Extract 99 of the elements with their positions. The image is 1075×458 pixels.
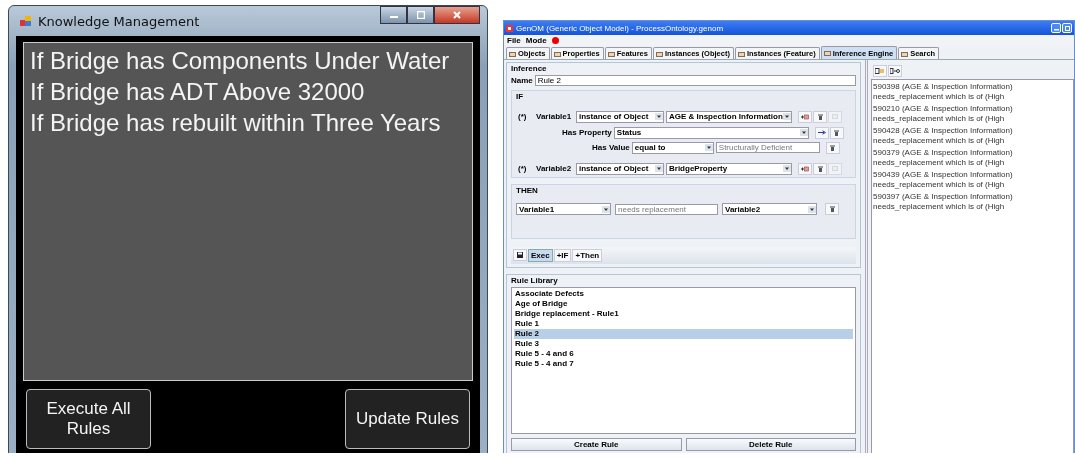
tab-icon xyxy=(509,50,516,57)
tab-icon xyxy=(553,50,561,57)
dropdown-arrow-icon xyxy=(655,165,663,172)
dropdown-arrow-icon xyxy=(808,205,816,213)
field-label: Has Value xyxy=(592,143,630,152)
dropdown-arrow-icon xyxy=(655,113,663,120)
list-item[interactable]: Bridge replacement - Rule1 xyxy=(514,309,853,319)
save-icon xyxy=(517,252,523,258)
list-item[interactable]: Rule 1 xyxy=(514,319,853,329)
trash-icon xyxy=(834,129,840,136)
field-label: Has Property xyxy=(562,128,612,137)
arrow-icon xyxy=(817,130,826,135)
menu-item[interactable]: Mode xyxy=(525,36,547,45)
menu-item[interactable]: File xyxy=(507,36,521,45)
app-icon xyxy=(506,24,513,32)
add-object-icon xyxy=(801,113,809,120)
toolbar-button[interactable]: +Then xyxy=(572,249,603,262)
maximize-button[interactable] xyxy=(407,6,434,24)
delete-rule-button[interactable]: Delete Rule xyxy=(685,438,856,451)
window-title: GenOM (Generic Object Model) - ProcessOntology.genom xyxy=(516,23,724,33)
tab-icon xyxy=(655,50,663,57)
delete-button[interactable] xyxy=(825,203,839,215)
name-field[interactable]: Rule 2 xyxy=(534,75,856,86)
dropdown[interactable]: AGE & Inspection Information xyxy=(666,110,792,123)
tab-icon xyxy=(823,50,831,56)
result-line: 590439 (AGE & Inspection Information) needs_replacement which is of (High xyxy=(873,170,1014,190)
close-button[interactable] xyxy=(434,6,480,24)
class-icon xyxy=(875,68,885,74)
rules-text-area[interactable]: If Bridge has Components Under Water If Bridge has ADT Above 32000 If Bridge has rebuilt within Three Years xyxy=(23,42,473,381)
result-line: 590379 (AGE & Inspection Information) needs_replacement which is of (High xyxy=(873,148,1014,168)
delete-button[interactable] xyxy=(813,162,827,175)
group-label: Rule Library xyxy=(511,276,559,285)
relation-field[interactable]: needs replacement xyxy=(615,203,718,215)
maximize-icon xyxy=(416,11,425,19)
result-line: 590428 (AGE & Inspection Information) needs_replacement which is of (High xyxy=(873,126,1014,146)
add-object-icon xyxy=(801,165,809,172)
add-button[interactable] xyxy=(798,110,812,123)
dropdown-arrow-icon xyxy=(799,129,808,136)
dropdown[interactable]: instance of Object xyxy=(576,110,664,123)
dropdown-arrow-icon xyxy=(783,165,791,172)
group-label: THEN xyxy=(516,186,539,195)
maximize-icon xyxy=(1064,25,1070,31)
box-icon xyxy=(832,166,838,171)
relation-button[interactable] xyxy=(888,65,902,77)
trash-icon xyxy=(829,206,835,212)
result-line: 590398 (AGE & Inspection Information) needs_replacement which is of (High xyxy=(873,82,1014,102)
list-item[interactable]: Rule 5 - 4 and 6 xyxy=(514,349,853,359)
add-button[interactable] xyxy=(798,162,812,175)
toolbar-button[interactable]: Exec xyxy=(528,249,553,262)
list-item[interactable]: Rule 5 - 4 and 7 xyxy=(514,359,853,369)
update-button[interactable]: Update Rules xyxy=(345,389,470,449)
trash-icon xyxy=(817,113,823,120)
group-label: IF xyxy=(516,92,525,101)
class-button[interactable] xyxy=(873,65,887,77)
rule-text: If Bridge has ADT Above 32000 xyxy=(30,77,366,107)
variable-label: Variable1 xyxy=(536,112,573,121)
list-item[interactable]: Age of Bridge xyxy=(514,299,853,309)
result-line: 590210 (AGE & Inspection Information) needs_replacement which is of (High xyxy=(873,104,1014,124)
delete-button[interactable] xyxy=(829,126,844,139)
trash-icon xyxy=(817,165,823,172)
value-field[interactable]: Structurally Deficient xyxy=(715,142,820,153)
rule-text: If Bridge has Components Under Water xyxy=(30,46,451,76)
dropdown-arrow-icon xyxy=(602,205,610,213)
box-icon xyxy=(832,114,838,119)
status-dot-icon xyxy=(551,37,559,44)
link-button[interactable] xyxy=(814,126,829,139)
list-item[interactable]: Associate Defects xyxy=(514,289,853,299)
tab-icon xyxy=(901,50,909,57)
dropdown[interactable]: equal to xyxy=(631,141,714,154)
dropdown[interactable]: Variable2 xyxy=(722,203,817,215)
variable-marker: (*) xyxy=(517,112,528,121)
delete-button[interactable] xyxy=(825,141,840,154)
group-label: Inference xyxy=(511,64,548,73)
tab-icon xyxy=(607,50,615,57)
variable-marker: (*) xyxy=(517,164,528,173)
variable-label: Variable2 xyxy=(536,164,573,173)
field-label: Name xyxy=(511,76,533,85)
execute-button[interactable]: Execute All Rules xyxy=(26,389,151,449)
trash-icon xyxy=(830,144,836,151)
create-button[interactable]: Create Rule xyxy=(511,438,682,451)
dropdown[interactable]: instance of Object xyxy=(576,162,664,175)
dropdown-arrow-icon xyxy=(783,113,791,120)
dropdown[interactable]: Variable1 xyxy=(516,203,611,215)
window-title: Knowledge Management xyxy=(38,13,200,29)
close-icon xyxy=(453,11,461,19)
rule-text: If Bridge has rebuilt within Three Years xyxy=(30,108,442,138)
delete-button[interactable] xyxy=(813,110,827,123)
tab-icon xyxy=(737,50,745,57)
minimize-button[interactable] xyxy=(380,6,407,24)
toolbar-button[interactable]: +IF xyxy=(553,249,572,262)
save-button[interactable] xyxy=(513,249,527,261)
result-line: 590397 (AGE & Inspection Information) needs_replacement which is of (High xyxy=(873,192,1014,212)
dropdown[interactable]: Status xyxy=(613,126,809,139)
relation-icon xyxy=(890,68,900,74)
list-item[interactable]: Rule 2 xyxy=(514,329,853,339)
app-icon xyxy=(20,15,32,27)
list-item[interactable]: Rule 3 xyxy=(514,339,853,349)
dropdown[interactable]: BridgeProperty xyxy=(666,162,792,175)
dropdown-arrow-icon xyxy=(704,144,713,151)
